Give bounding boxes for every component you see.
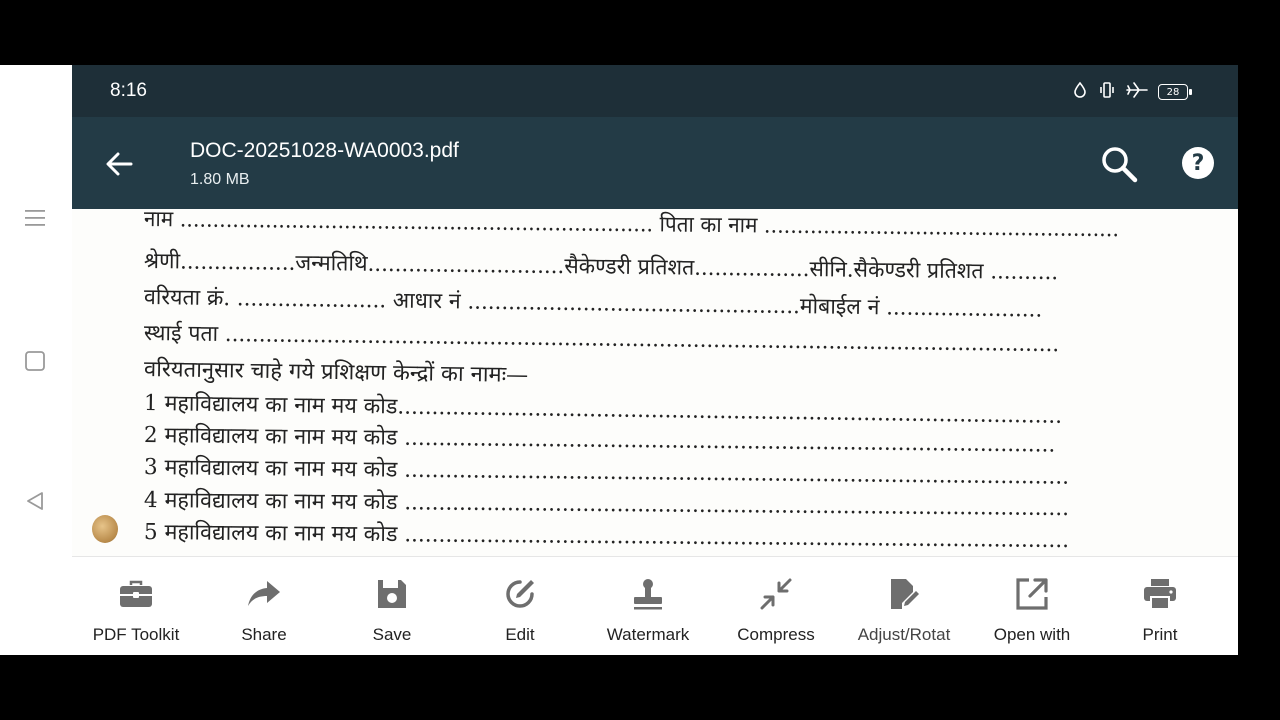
save-icon [378,580,406,608]
bottom-toolbar: PDF Toolkit Share Save Edit Watermark Co… [72,556,1238,655]
watermark-label: Watermark [606,625,690,644]
floating-sticker-icon[interactable] [92,515,118,543]
pdf-page-view[interactable]: नाम ....................................… [72,209,1238,556]
menu-nav-icon[interactable] [24,207,46,233]
doc-line-category: श्रेणी.................जन्मतिथि.........… [143,249,1059,286]
print-button[interactable]: Print [1096,557,1224,655]
doc-line-priority: वरियता क्रं. ...................... आधार… [143,285,1043,323]
status-icons: 28 [1072,81,1192,103]
open-with-label: Open with [993,625,1071,644]
vibrate-icon [1098,81,1116,103]
battery-level: 28 [1158,84,1188,100]
airplane-mode-icon [1126,81,1148,103]
status-bar: 8:16 28 [72,65,1238,117]
back-button[interactable] [102,147,136,181]
doc-line-centers-heading: वरियतानुसार चाहे गये प्रशिक्षण केन्द्रों… [143,357,529,389]
print-icon [1144,579,1176,610]
system-nav-bar [0,65,72,655]
watermark-icon [634,579,662,610]
print-label: Print [1142,625,1178,644]
compress-button[interactable]: Compress [712,557,840,655]
pdf-toolkit-label: PDF Toolkit [92,625,180,644]
compress-label: Compress [737,625,815,644]
home-nav-icon[interactable] [24,350,46,376]
adjust-rotate-label: Adjust/Rotat [857,625,951,644]
save-button[interactable]: Save [328,557,456,655]
battery-icon: 28 [1158,84,1192,100]
share-label: Share [241,625,287,644]
app-bar: DOC-20251028-WA0003.pdf 1.80 MB ? [72,117,1238,209]
open-with-button[interactable]: Open with [968,557,1096,655]
watermark-button[interactable]: Watermark [584,557,712,655]
file-size: 1.80 MB [190,171,250,188]
doc-line-name: नाम ....................................… [143,209,1120,243]
search-button[interactable] [1098,143,1140,185]
pdf-viewer-screen: 8:16 28 DOC-20251028-WA0003.pdf 1.80 MB [72,65,1238,655]
back-nav-icon[interactable] [24,490,46,516]
adjust-rotate-icon [891,579,919,609]
edit-icon [506,580,534,608]
pdf-toolkit-button[interactable]: PDF Toolkit [72,557,200,655]
adjust-rotate-button[interactable]: Adjust/Rotat [840,557,968,655]
status-time: 8:16 [110,80,147,101]
back-arrow-icon [106,152,133,176]
open-with-icon [1016,578,1048,610]
doc-line-address: स्थाई पता ..............................… [143,321,1060,358]
data-saver-icon [1072,81,1088,103]
edit-label: Edit [505,625,535,644]
compress-icon [760,578,792,610]
toolbox-icon [120,580,152,607]
file-name: DOC-20251028-WA0003.pdf [190,139,459,162]
share-button[interactable]: Share [200,557,328,655]
share-icon [248,581,280,606]
help-icon: ? [1191,150,1205,176]
doc-line-college-5: 5 महाविद्यालय का नाम मय कोड ............… [143,520,1070,554]
search-icon [1102,147,1138,183]
edit-button[interactable]: Edit [456,557,584,655]
help-button[interactable]: ? [1182,147,1214,179]
save-label: Save [372,625,412,644]
